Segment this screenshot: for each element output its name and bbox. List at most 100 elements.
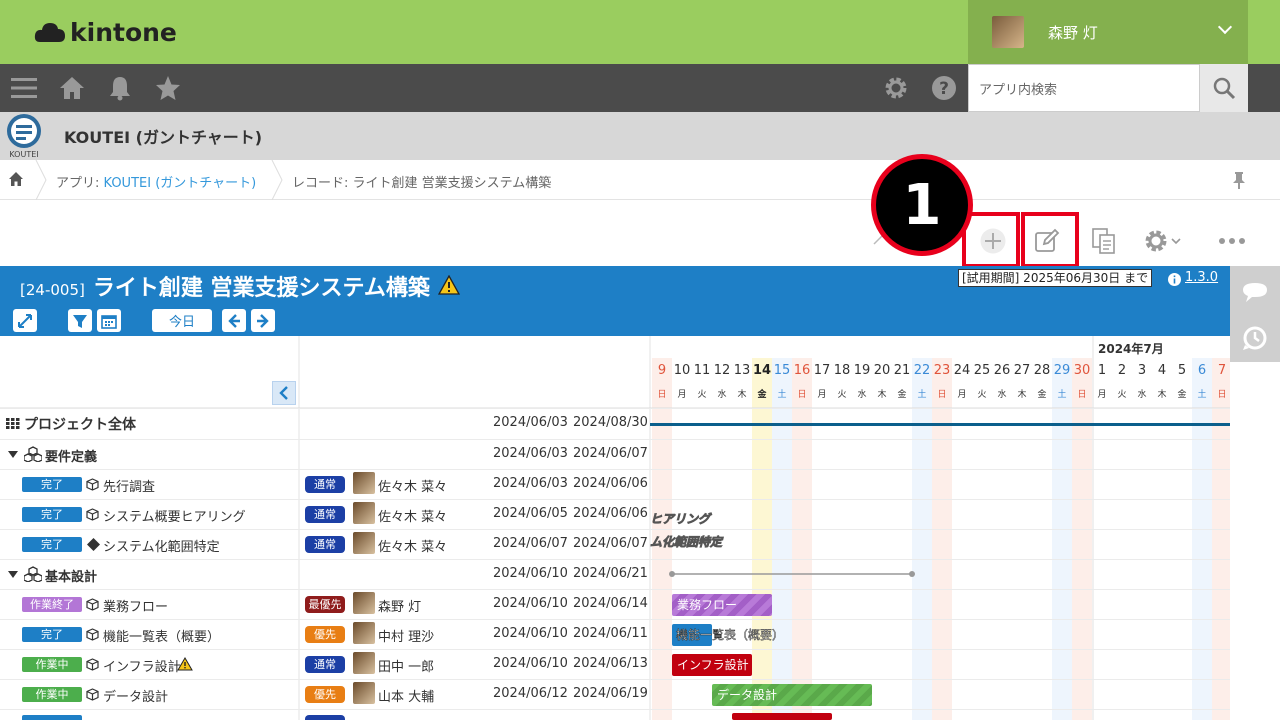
task-name: 業務フロー [103, 600, 169, 615]
filter-icon[interactable] [68, 309, 92, 332]
weekday-label: 日 [937, 390, 947, 400]
task-row[interactable]: プロジェクト全体 2024/06/03 2024/08/30 [0, 408, 650, 438]
priority-badge: 通常 [305, 656, 345, 673]
weekday-label: 木 [737, 390, 747, 400]
status-badge: 作業中 [22, 687, 82, 702]
version-link[interactable]: 1.3.0 [1185, 270, 1218, 285]
day-number: 4 [1157, 363, 1167, 378]
star-icon[interactable] [144, 64, 192, 112]
next-arrow-icon[interactable] [251, 309, 275, 332]
prev-arrow-icon[interactable] [222, 309, 246, 332]
assignee-name: 田中 一郎 [378, 660, 435, 675]
task-end: 2024/06/07 [573, 536, 648, 551]
gear-icon[interactable] [872, 64, 920, 112]
assignee-name: 中村 理沙 [378, 630, 435, 645]
gantt-bar-function-list[interactable]: 機能一覧表（概要） [672, 624, 784, 646]
kintone-logo[interactable]: kintone [34, 16, 177, 48]
day-number: 22 [913, 363, 931, 378]
gantt-bar-partial[interactable] [732, 713, 832, 720]
weekday-label: 火 [1117, 390, 1127, 400]
record-settings-button[interactable] [1138, 219, 1188, 263]
task-name: データ設計 [103, 690, 169, 705]
user-menu[interactable]: 森野 灯 [968, 0, 1248, 64]
duplicate-record-button[interactable] [1082, 219, 1126, 263]
home-icon[interactable] [48, 64, 96, 112]
task-row[interactable]: 作業中 データ設計 優先 山本 大輔 2024/06/12 2024/06/19 [0, 679, 650, 709]
search-icon[interactable] [1200, 64, 1248, 112]
task-row[interactable]: 完了 システム概要ヒアリング 通常 佐々木 菜々 2024/06/05 2024… [0, 499, 650, 529]
pin-icon[interactable] [1232, 171, 1246, 193]
warning-icon [437, 275, 460, 295]
gantt-bar-data-design[interactable]: データ設計 [712, 684, 872, 706]
task-row[interactable]: 完了 システム化範囲特定 通常 佐々木 菜々 2024/06/07 2024/0… [0, 529, 650, 559]
weekday-label: 金 [897, 390, 907, 400]
collapse-panel-button[interactable] [272, 381, 296, 405]
today-button[interactable]: 今日 [152, 309, 212, 332]
task-end: 2024/08/30 [573, 415, 648, 430]
day-number: 20 [873, 363, 891, 378]
help-icon[interactable]: ? [920, 64, 968, 112]
task-row[interactable]: 完了 先行調査 通常 佐々木 菜々 2024/06/03 2024/06/06 [0, 469, 650, 499]
weekday-label: 火 [977, 390, 987, 400]
weekday-label: 土 [1197, 390, 1207, 400]
task-cube-icon [86, 628, 99, 641]
caret-down-icon[interactable] [8, 451, 18, 459]
task-name: インフラ設計 [103, 660, 181, 675]
project-summary-bar[interactable] [650, 423, 1230, 426]
day-number: 21 [893, 363, 911, 378]
assignee-avatar [353, 472, 375, 494]
expand-icon[interactable] [13, 309, 37, 332]
breadcrumb-app[interactable]: アプリ: KOUTEI (ガントチャート) [56, 172, 256, 191]
assignee-avatar [353, 502, 375, 524]
task-row[interactable]: 完了 機能一覧表（概要） 優先 中村 理沙 2024/06/10 2024/06… [0, 619, 650, 649]
bar-label-hearing[interactable]: ヒアリング [650, 510, 711, 527]
task-group-row[interactable]: 基本設計 2024/06/10 2024/06/21 [0, 559, 650, 589]
search-input[interactable]: アプリ内検索 [968, 64, 1200, 112]
status-badge: 作業終了 [22, 597, 82, 612]
gantt-bar-infra-design[interactable]: インフラ設計 [672, 654, 752, 676]
status-badge: 完了 [22, 507, 82, 522]
milestone-diamond-icon [87, 538, 100, 551]
task-row[interactable]: 作業終了 業務フロー 最優先 森野 灯 2024/06/10 2024/06/1… [0, 589, 650, 619]
day-number: 3 [1137, 363, 1147, 378]
day-number: 14 [752, 363, 772, 378]
gantt-bar-function-list-label: 機能一覧表（概要） [676, 628, 785, 643]
day-number: 13 [733, 363, 751, 378]
gantt-bar-business-flow[interactable]: 業務フロー [672, 594, 772, 616]
status-badge: 作業中 [22, 657, 82, 672]
grid-icon [6, 418, 20, 429]
more-options-button[interactable] [1210, 219, 1254, 263]
day-column-shade [932, 358, 952, 720]
weekday-label: 水 [857, 390, 867, 400]
app-icon[interactable]: KOUTEI [4, 113, 44, 159]
group-summary-bar[interactable] [668, 568, 918, 580]
breadcrumb-app-link[interactable]: KOUTEI (ガントチャート) [104, 176, 257, 191]
brand-name: kintone [70, 17, 177, 47]
task-start: 2024/06/03 [493, 476, 568, 491]
day-number: 30 [1073, 363, 1091, 378]
task-row[interactable]: 作業中 インフラ設計 通常 田中 一郎 2024/06/10 2024/06/1… [0, 649, 650, 679]
calendar-icon[interactable] [97, 309, 121, 332]
weekday-label: 日 [797, 390, 807, 400]
task-group-row[interactable]: 要件定義 2024/06/03 2024/06/07 [0, 439, 650, 469]
day-number: 26 [993, 363, 1011, 378]
comment-icon[interactable] [1230, 270, 1280, 314]
status-badge: 完了 [22, 627, 82, 642]
task-name: 機能一覧表（概要） [103, 630, 221, 645]
task-end: 2024/06/14 [573, 596, 648, 611]
task-cube-icon [86, 598, 99, 611]
bar-label-scope[interactable]: ム化範囲特定 [650, 533, 723, 550]
breadcrumb-home-icon[interactable] [8, 171, 24, 191]
breadcrumb-app-prefix: アプリ: [56, 176, 104, 191]
caret-down-icon[interactable] [8, 571, 18, 579]
day-number: 2 [1117, 363, 1127, 378]
weekday-label: 水 [997, 390, 1007, 400]
svg-text:?: ? [939, 79, 949, 99]
history-icon[interactable] [1230, 316, 1280, 360]
breadcrumb-separator [271, 160, 283, 200]
bell-icon[interactable] [96, 64, 144, 112]
priority-badge: 通常 [305, 506, 345, 523]
task-end: 2024/06/13 [573, 656, 648, 671]
assignee-avatar [353, 652, 375, 674]
menu-icon[interactable] [0, 64, 48, 112]
